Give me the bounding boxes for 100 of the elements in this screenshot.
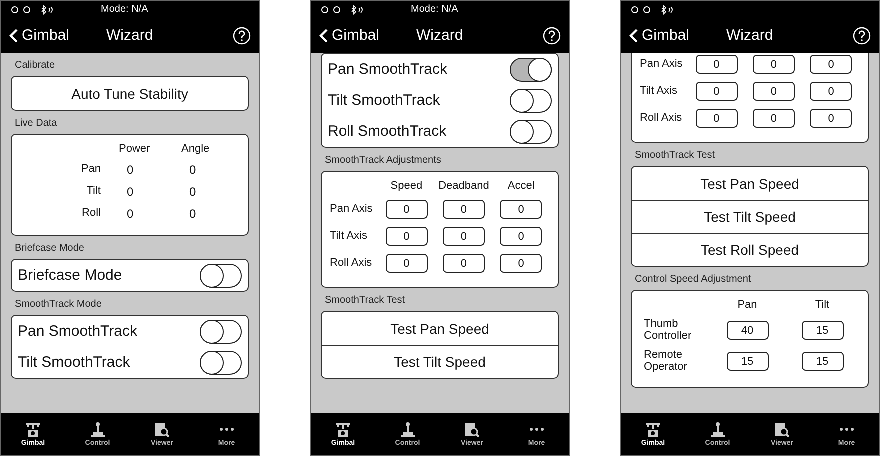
back-button[interactable]: Gimbal <box>9 27 70 44</box>
input-field[interactable]: 0 <box>696 82 738 101</box>
column-header: Deadband <box>438 180 490 192</box>
test-button[interactable]: Test Pan Speed <box>322 312 558 345</box>
column-header: Tilt <box>814 299 831 311</box>
section-header: Calibrate <box>14 59 56 73</box>
toggle-switch[interactable] <box>510 88 552 112</box>
help-icon[interactable] <box>543 26 561 44</box>
input-field[interactable]: 0 <box>442 227 485 246</box>
toggle-switch[interactable] <box>510 58 552 82</box>
input-field[interactable]: 40 <box>726 321 768 340</box>
joystick-icon <box>710 422 726 438</box>
chevron-left-icon <box>319 28 329 42</box>
column-header: Accel <box>506 180 536 192</box>
reading-value: 0 <box>126 207 135 221</box>
document-search-icon <box>774 422 790 438</box>
screen-title: Wizard <box>726 27 774 44</box>
help-icon[interactable] <box>233 26 251 44</box>
toggle-label: Pan SmoothTrack <box>328 61 448 78</box>
row-label: Pan Axis <box>330 204 374 216</box>
input-field[interactable]: 0 <box>810 82 852 101</box>
section-header: SmoothTrack Mode <box>14 298 103 312</box>
column-header: Speed <box>390 180 424 192</box>
section-header: Briefcase Mode <box>14 242 86 256</box>
row-label: Tilt Axis <box>330 230 368 242</box>
row-label: Thumb Controller <box>643 319 693 342</box>
row-label: Tilt Axis <box>640 86 678 98</box>
input-field[interactable]: 0 <box>810 55 852 74</box>
input-field[interactable]: 15 <box>726 352 768 372</box>
gimbal-icon <box>645 422 662 438</box>
row-label: Tilt <box>86 186 102 198</box>
row-label: Roll Axis <box>330 258 374 270</box>
section-header: SmoothTrack Adjustments <box>324 154 442 168</box>
document-search-icon <box>464 422 480 438</box>
test-button[interactable]: Test Tilt Speed <box>322 345 558 378</box>
test-button[interactable]: Test Pan Speed <box>632 167 868 200</box>
joystick-icon <box>400 422 416 438</box>
section-header: SmoothTrack Test <box>634 149 716 163</box>
input-field[interactable]: 0 <box>442 200 485 219</box>
input-field[interactable]: 0 <box>696 109 738 128</box>
toggle-switch[interactable] <box>200 350 242 374</box>
input-field[interactable]: 0 <box>696 55 738 74</box>
gimbal-icon <box>335 422 352 438</box>
test-button[interactable]: Test Tilt Speed <box>632 200 868 233</box>
mode-label: Mode: N/A <box>101 4 148 15</box>
test-button[interactable]: Auto Tune Stability <box>12 77 248 110</box>
bluetooth-icon <box>351 4 363 14</box>
input-field[interactable]: 0 <box>810 109 852 128</box>
input-field[interactable]: 0 <box>500 227 542 246</box>
more-icon <box>220 428 234 430</box>
toggle-label: Tilt SmoothTrack <box>328 92 440 109</box>
gimbal-icon <box>25 422 42 438</box>
section-header: Live Data <box>14 117 58 131</box>
input-field[interactable]: 0 <box>386 200 428 219</box>
toggle-label: Roll SmoothTrack <box>328 123 447 140</box>
input-field[interactable]: 0 <box>386 227 428 246</box>
toggle-switch[interactable] <box>200 320 242 344</box>
chevron-left-icon <box>9 28 19 42</box>
joystick-icon <box>90 422 106 438</box>
section-header: Control Speed Adjustment <box>634 273 752 287</box>
chevron-left-icon <box>629 28 639 42</box>
mode-label: Mode: N/A <box>411 4 458 15</box>
input-field[interactable]: 0 <box>752 55 795 74</box>
input-field[interactable]: 15 <box>802 321 844 340</box>
bluetooth-icon <box>41 4 53 14</box>
reading-value: 0 <box>188 163 198 177</box>
toggle-label: Tilt SmoothTrack <box>18 354 130 371</box>
toggle-switch[interactable] <box>510 120 552 144</box>
row-label: Pan <box>80 164 102 176</box>
screen-title: Wizard <box>416 27 464 44</box>
row-label: Pan Axis <box>640 58 684 70</box>
more-icon <box>530 428 544 430</box>
bluetooth-icon <box>661 4 673 14</box>
input-field[interactable]: 15 <box>802 352 844 372</box>
row-label: Roll Axis <box>640 112 684 124</box>
column-header: Angle <box>180 143 211 155</box>
reading-value: 0 <box>188 185 198 199</box>
reading-value: 0 <box>126 163 135 177</box>
input-field[interactable]: 0 <box>752 109 795 128</box>
row-label: Roll <box>81 208 102 220</box>
column-header: Pan <box>736 299 758 311</box>
more-icon <box>840 428 854 430</box>
column-header: Power <box>118 143 152 155</box>
help-icon[interactable] <box>853 26 871 44</box>
reading-value: 0 <box>188 207 198 221</box>
input-field[interactable]: 0 <box>386 254 428 273</box>
screen-title: Wizard <box>106 27 154 44</box>
back-button[interactable]: Gimbal <box>629 27 690 44</box>
toggle-label: Briefcase Mode <box>18 267 122 284</box>
reading-value: 0 <box>126 185 135 199</box>
input-field[interactable]: 0 <box>752 82 795 101</box>
toggle-switch[interactable] <box>200 264 242 288</box>
input-field[interactable]: 0 <box>442 254 485 273</box>
back-button[interactable]: Gimbal <box>319 27 380 44</box>
input-field[interactable]: 0 <box>500 200 542 219</box>
toggle-label: Pan SmoothTrack <box>18 323 138 340</box>
document-search-icon <box>154 422 170 438</box>
input-field[interactable]: 0 <box>500 254 542 273</box>
row-label: Remote Operator <box>643 350 688 374</box>
test-button[interactable]: Test Roll Speed <box>632 233 868 266</box>
